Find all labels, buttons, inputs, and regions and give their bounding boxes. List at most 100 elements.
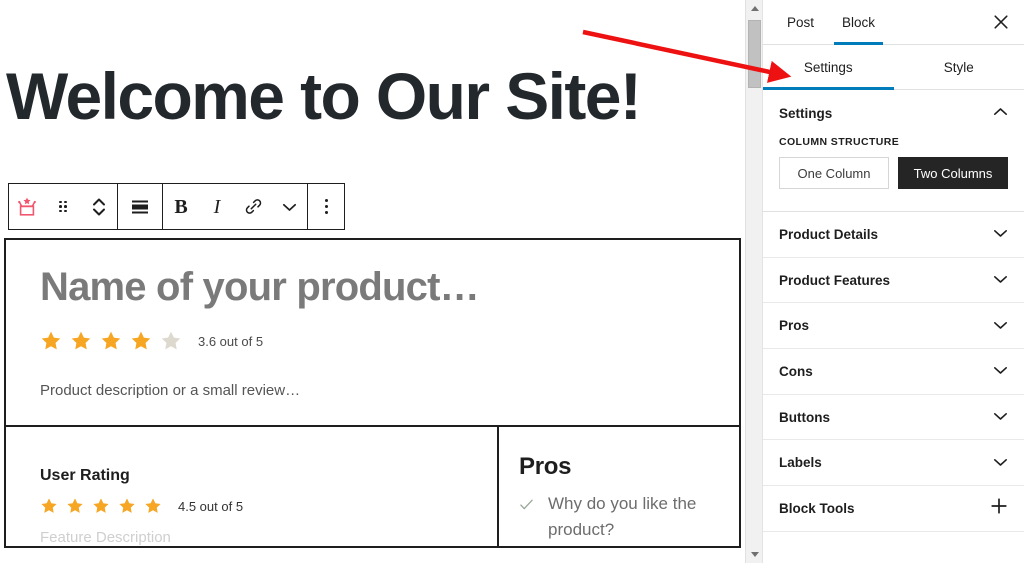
accordion-cons[interactable]: Cons (763, 349, 1024, 395)
accordion-product-details[interactable]: Product Details (763, 212, 1024, 258)
scrollbar-thumb[interactable] (748, 20, 761, 88)
user-rating-value-text: 4.5 out of 5 (178, 498, 244, 514)
pros-list-item[interactable]: Why do you like the product? (519, 491, 699, 542)
drag-handle-icon-button[interactable] (45, 184, 81, 229)
sidebar-scrollbar[interactable] (746, 0, 763, 563)
settings-section-body: COLUMN STRUCTURE One Column Two Columns (763, 136, 1024, 211)
chevron-down-icon (282, 202, 297, 212)
plus-icon[interactable] (990, 497, 1008, 519)
accordion-buttons[interactable]: Buttons (763, 394, 1024, 441)
more-formats-button[interactable] (271, 184, 307, 229)
two-columns-button[interactable]: Two Columns (898, 157, 1008, 189)
italic-button[interactable]: I (199, 184, 235, 229)
link-icon-button[interactable] (235, 184, 271, 229)
tab-style[interactable]: Style (894, 45, 1024, 89)
star-icon-filled[interactable] (40, 497, 58, 515)
align-center-icon (131, 199, 149, 215)
sub-tabs: Settings Style (763, 45, 1024, 90)
close-icon (993, 14, 1009, 33)
scroll-up-arrow-glyph (750, 6, 759, 11)
check-icon (519, 494, 534, 520)
scroll-down-arrow-glyph (750, 552, 759, 557)
editor-canvas: Welcome to Our Site! B I Name of your pr… (0, 0, 745, 563)
rating-value-text: 3.6 out of 5 (198, 333, 264, 349)
page-title[interactable]: Welcome to Our Site! (6, 61, 642, 131)
chevron-down-icon[interactable] (993, 362, 1008, 380)
screen-root: Welcome to Our Site! B I Name of your pr… (0, 0, 1024, 563)
star-icon-filled[interactable] (40, 330, 62, 352)
accordion-label: Pros (779, 318, 810, 334)
settings-section: Settings COLUMN STRUCTURE One Column Two… (763, 90, 1024, 212)
toolbar-group-block (9, 184, 118, 229)
product-name[interactable]: Name of your product… (40, 264, 705, 310)
accordion-label: Cons (779, 363, 813, 379)
chevron-down-icon[interactable] (993, 454, 1008, 472)
chevron-up-icon[interactable] (993, 104, 1008, 122)
star-icon-filled[interactable] (100, 330, 122, 352)
chevron-down-icon[interactable] (993, 225, 1008, 243)
user-rating-row[interactable]: 4.5 out of 5 (40, 497, 497, 515)
column-structure-label: COLUMN STRUCTURE (779, 136, 900, 148)
accordion-pros[interactable]: Pros (763, 303, 1024, 350)
bold-button[interactable]: B (163, 184, 199, 229)
column-user-rating: User Rating 4.5 out of 5 Feature Descrip… (6, 427, 499, 546)
star-icon-filled[interactable] (130, 330, 152, 352)
accordion-labels[interactable]: Labels (763, 440, 1024, 487)
product-review-crown-icon-button[interactable] (9, 184, 45, 229)
more-options-button[interactable] (308, 184, 344, 229)
toolbar-group-format: B I (163, 184, 308, 229)
accordion-label: Buttons (779, 409, 830, 425)
move-up-down-icon-button[interactable] (81, 184, 117, 229)
product-rating-row[interactable]: 3.6 out of 5 (40, 330, 705, 352)
settings-section-title: Settings (779, 105, 833, 121)
close-icon-button[interactable] (986, 8, 1016, 38)
accordion-block-tools[interactable]: Block Tools (763, 486, 1024, 532)
product-columns: User Rating 4.5 out of 5 Feature Descrip… (6, 427, 739, 546)
user-rating-heading: User Rating (40, 467, 130, 484)
star-icon-empty[interactable] (160, 330, 182, 352)
move-up-down-chevrons-icon (92, 196, 106, 218)
drag-handle-icon (59, 200, 67, 213)
block-toolbar: B I (8, 183, 345, 230)
accordion-label: Block Tools (779, 500, 855, 516)
sidebar-body: Post Block Settings Style Settings COLUM… (763, 0, 1024, 563)
chevron-down-icon[interactable] (993, 271, 1008, 289)
accordion-product-features[interactable]: Product Features (763, 257, 1024, 304)
accordion-label: Product Details (779, 226, 879, 242)
panel-tabs: Post Block (763, 0, 1024, 45)
italic-label: I (213, 195, 221, 218)
toolbar-group-options (308, 184, 344, 229)
product-header: Name of your product… 3.6 out of 5 Produ… (6, 240, 739, 427)
tab-block[interactable]: Block (828, 0, 889, 45)
accordion-label: Product Features (779, 272, 891, 288)
star-icon-filled[interactable] (92, 497, 110, 515)
one-column-button[interactable]: One Column (779, 157, 889, 189)
link-icon (244, 197, 263, 216)
pros-list-item-text: Why do you like the product? (548, 494, 697, 539)
pros-heading[interactable]: Pros (519, 453, 739, 481)
tab-post[interactable]: Post (773, 0, 828, 44)
product-description[interactable]: Product description or a small review… (40, 382, 705, 399)
star-icon-filled[interactable] (144, 497, 162, 515)
column-structure-options: One Column Two Columns (779, 157, 1008, 189)
column-pros: Pros Why do you like the product? (499, 427, 739, 546)
more-options-vertical-dots-icon (324, 199, 328, 214)
product-review-crown-icon (16, 197, 38, 217)
tab-settings[interactable]: Settings (763, 45, 894, 90)
accordion-label: Labels (779, 455, 822, 471)
block-settings-sidebar: Post Block Settings Style Settings COLUM… (745, 0, 1024, 563)
feature-description[interactable]: Feature Description (40, 529, 497, 546)
star-rating[interactable] (40, 330, 182, 352)
star-icon-filled[interactable] (66, 497, 84, 515)
scroll-down-arrow-icon[interactable] (746, 546, 763, 563)
star-icon-filled[interactable] (70, 330, 92, 352)
user-star-rating[interactable] (40, 497, 162, 515)
chevron-down-icon[interactable] (993, 408, 1008, 426)
star-icon-filled[interactable] (118, 497, 136, 515)
settings-section-header[interactable]: Settings (763, 90, 1024, 136)
scroll-up-arrow-icon[interactable] (746, 0, 763, 17)
align-center-icon-button[interactable] (118, 184, 162, 229)
product-review-block[interactable]: Name of your product… 3.6 out of 5 Produ… (4, 238, 741, 548)
bold-label: B (174, 195, 188, 218)
chevron-down-icon[interactable] (993, 317, 1008, 335)
